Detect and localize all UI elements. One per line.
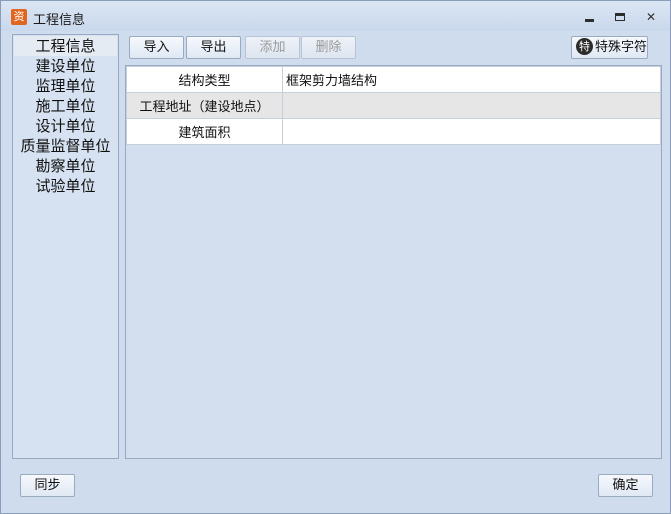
- sync-button[interactable]: 同步: [20, 474, 75, 497]
- sidebar-item-supervision-unit[interactable]: 监理单位: [13, 76, 118, 96]
- property-key-building-area: 建筑面积: [126, 118, 283, 145]
- window-title: 工程信息: [33, 13, 86, 28]
- minimize-icon: [584, 18, 594, 22]
- special-characters-label: 特殊字符: [595, 40, 648, 55]
- special-character-icon: 特: [576, 38, 593, 55]
- property-table: 结构类型 框架剪力墙结构 工程地址（建设地点） 建筑面积: [126, 66, 661, 145]
- table-row: 结构类型 框架剪力墙结构: [126, 66, 661, 93]
- titlebar: 资 工程信息 ✕: [1, 1, 670, 31]
- maximize-icon: [615, 13, 625, 21]
- sidebar-item-testing-unit[interactable]: 试验单位: [13, 176, 118, 196]
- project-info-window: 资 工程信息 ✕ 工程信息 建设单位 监理单位 施工单位 设计单位 质量监督单位…: [0, 0, 671, 514]
- import-button[interactable]: 导入: [129, 36, 184, 59]
- close-icon: ✕: [645, 10, 657, 24]
- export-button[interactable]: 导出: [186, 36, 241, 59]
- property-value-project-address[interactable]: [282, 92, 661, 119]
- sidebar-item-survey-unit[interactable]: 勘察单位: [13, 156, 118, 176]
- maximize-button[interactable]: [612, 10, 628, 24]
- add-button[interactable]: 添加: [245, 36, 300, 59]
- sidebar-item-construction-unit[interactable]: 建设单位: [13, 56, 118, 76]
- property-key-structure-type: 结构类型: [126, 66, 283, 93]
- delete-button[interactable]: 删除: [301, 36, 356, 59]
- sidebar-item-project-info[interactable]: 工程信息: [14, 36, 117, 56]
- sidebar-item-design-unit[interactable]: 设计单位: [13, 116, 118, 136]
- minimize-button[interactable]: [581, 10, 597, 24]
- property-key-project-address: 工程地址（建设地点）: [126, 92, 283, 119]
- sidebar-item-builder-unit[interactable]: 施工单位: [13, 96, 118, 116]
- category-sidebar: 工程信息 建设单位 监理单位 施工单位 设计单位 质量监督单位 勘察单位 试验单…: [12, 34, 119, 459]
- ok-button[interactable]: 确定: [598, 474, 653, 497]
- property-panel: 结构类型 框架剪力墙结构 工程地址（建设地点） 建筑面积: [125, 65, 662, 459]
- special-characters-button[interactable]: 特特殊字符: [571, 36, 648, 59]
- table-row: 建筑面积: [126, 118, 661, 145]
- property-value-structure-type[interactable]: 框架剪力墙结构: [282, 66, 661, 93]
- table-row: 工程地址（建设地点）: [126, 92, 661, 119]
- close-button[interactable]: ✕: [643, 10, 659, 24]
- property-value-building-area[interactable]: [282, 118, 661, 145]
- sidebar-item-quality-supervision-unit[interactable]: 质量监督单位: [13, 136, 118, 156]
- app-icon: 资: [11, 9, 27, 25]
